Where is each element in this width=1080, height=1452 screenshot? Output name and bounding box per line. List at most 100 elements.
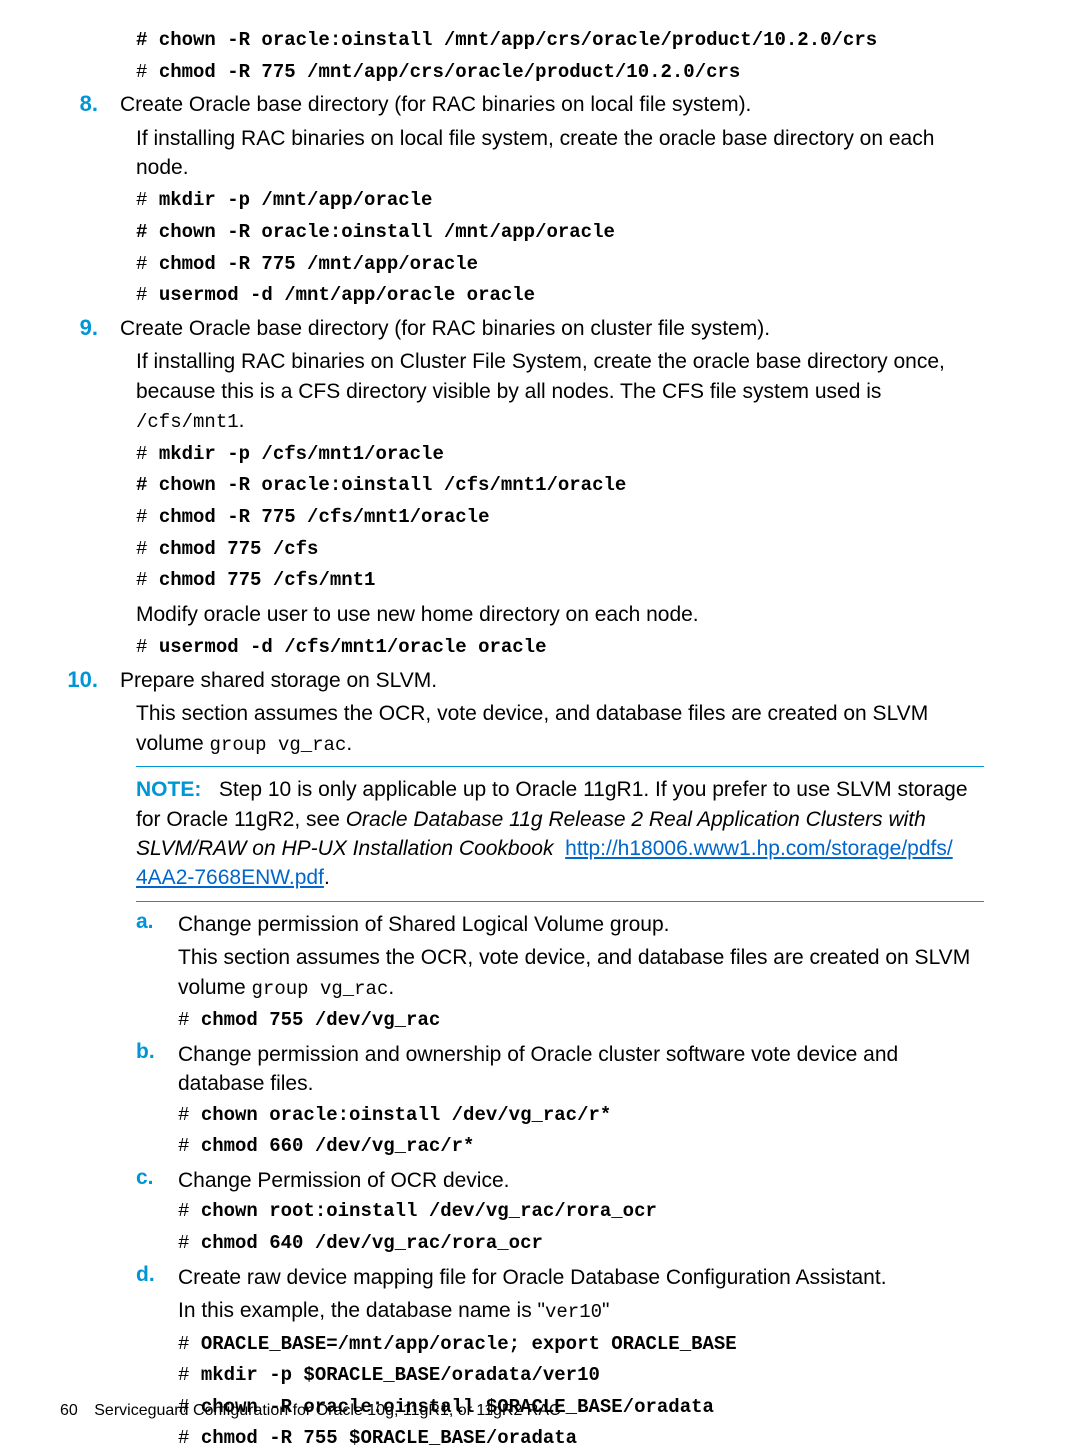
step-9: 9. Create Oracle base directory (for RAC… [60,315,984,343]
code-line: # chown -R oracle:oinstall /mnt/app/crs/… [136,28,984,54]
prompt: # [136,61,159,83]
page-footer: 60 Serviceguard Configuration for Oracle… [60,1402,561,1420]
substep-a: a. Change permission of Shared Logical V… [136,910,984,939]
text: . [388,976,394,999]
cmd-text: chown root:oinstall /dev/vg_rac/rora_ocr [201,1200,657,1222]
code-line: # mkdir -p /cfs/mnt1/oracle [136,442,984,468]
substep-text: Change permission and ownership of Oracl… [178,1040,984,1099]
code-line: # ORACLE_BASE=/mnt/app/oracle; export OR… [178,1332,984,1358]
prompt: # [136,506,159,528]
cmd-text: chmod 775 /cfs/mnt1 [159,569,376,591]
code-line: # chmod -R 775 /mnt/app/crs/oracle/produ… [136,60,984,86]
cmd-text: chmod 775 /cfs [159,538,319,560]
prompt: # [136,443,159,465]
substep-label: b. [136,1040,160,1064]
code-line: # chown oracle:oinstall /dev/vg_rac/r* [178,1103,984,1129]
step-10: 10. Prepare shared storage on SLVM. [60,667,984,695]
text: In this example, the database name is " [178,1299,545,1322]
paragraph: If installing RAC binaries on Cluster Fi… [136,347,984,435]
substep-text: Change Permission of OCR device. [178,1166,984,1195]
paragraph: If installing RAC binaries on local file… [136,124,984,183]
code-line: # chmod 640 /dev/vg_rac/rora_ocr [178,1231,984,1257]
cmd-text: ORACLE_BASE=/mnt/app/oracle; export ORAC… [201,1333,737,1355]
note-label: NOTE: [136,778,201,801]
page-number: 60 [60,1402,78,1419]
code-line: # mkdir -p /mnt/app/oracle [136,188,984,214]
prompt: # [178,1427,201,1449]
prompt: # [178,1200,201,1222]
cmd-text: # chown -R oracle:oinstall /mnt/app/orac… [136,221,615,243]
cmd-text: chmod 755 /dev/vg_rac [201,1009,440,1031]
cmd-text: chmod -R 755 $ORACLE_BASE/oradata [201,1427,577,1449]
code-line: # chmod 775 /cfs/mnt1 [136,568,984,594]
step-text: Create Oracle base directory (for RAC bi… [120,91,984,119]
step-text: Prepare shared storage on SLVM. [120,667,984,695]
prompt: # [136,569,159,591]
substep-text: Change permission of Shared Logical Volu… [178,910,984,939]
cmd-text: chmod -R 775 /mnt/app/crs/oracle/product… [159,61,741,83]
substep-text: Create raw device mapping file for Oracl… [178,1263,984,1292]
mono-text: /cfs/mnt1 [136,411,239,433]
cmd-text: chmod -R 775 /mnt/app/oracle [159,253,478,275]
paragraph: In this example, the database name is "v… [178,1296,984,1326]
substep-label: d. [136,1263,160,1287]
substep-d: d. Create raw device mapping file for Or… [136,1263,984,1292]
cmd-text: chmod 660 /dev/vg_rac/r* [201,1135,475,1157]
footer-title: Serviceguard Configuration for Oracle 10… [94,1402,560,1419]
prompt: # [136,538,159,560]
prompt: # [136,189,159,211]
substep-label: c. [136,1166,160,1190]
substep-label: a. [136,910,160,934]
paragraph: This section assumes the OCR, vote devic… [178,943,984,1002]
mono-text: ver10 [545,1301,602,1323]
mono-text: group vg_rac [210,734,347,756]
note-link[interactable]: 4AA2-7668ENW.pdf [136,866,324,889]
code-line: # chown root:oinstall /dev/vg_rac/rora_o… [178,1199,984,1225]
cmd-text: # chown -R oracle:oinstall /cfs/mnt1/ora… [136,474,626,496]
cmd-text: chmod -R 775 /cfs/mnt1/oracle [159,506,490,528]
step-number: 8. [60,91,98,117]
code-line: # chmod -R 755 $ORACLE_BASE/oradata [178,1426,984,1452]
code-line: # usermod -d /cfs/mnt1/oracle oracle [136,635,984,661]
prompt: # [136,636,159,658]
prompt: # [178,1104,201,1126]
cmd-text: # chown -R oracle:oinstall /mnt/app/crs/… [136,29,877,51]
paragraph: This section assumes the OCR, vote devic… [136,699,984,758]
code-line: # chmod 775 /cfs [136,537,984,563]
note-link[interactable]: http://h18006.www1.hp.com/storage/pdfs/ [565,837,953,860]
code-line: # chmod -R 775 /cfs/mnt1/oracle [136,505,984,531]
text: " [602,1299,609,1322]
prompt: # [136,284,159,306]
step-text: Create Oracle base directory (for RAC bi… [120,315,984,343]
prompt: # [178,1333,201,1355]
note-divider-bottom [136,901,984,902]
step-number: 10. [60,667,98,693]
code-line: # mkdir -p $ORACLE_BASE/oradata/ver10 [178,1363,984,1389]
code-line: # chown -R oracle:oinstall /cfs/mnt1/ora… [136,473,984,499]
cmd-text: chown oracle:oinstall /dev/vg_rac/r* [201,1104,611,1126]
prompt: # [178,1232,201,1254]
code-line: # chown -R oracle:oinstall /mnt/app/orac… [136,220,984,246]
code-line: # chmod -R 775 /mnt/app/oracle [136,252,984,278]
cmd-text: mkdir -p /mnt/app/oracle [159,189,433,211]
step-number: 9. [60,315,98,341]
cmd-text: mkdir -p /cfs/mnt1/oracle [159,443,444,465]
code-line: # chmod 660 /dev/vg_rac/r* [178,1134,984,1160]
cmd-text: usermod -d /mnt/app/oracle oracle [159,284,535,306]
cmd-text: usermod -d /cfs/mnt1/oracle oracle [159,636,547,658]
prompt: # [178,1009,201,1031]
text: . [239,409,245,432]
mono-text: group vg_rac [252,978,389,1000]
text: . [346,732,352,755]
prompt: # [136,253,159,275]
substep-c: c. Change Permission of OCR device. [136,1166,984,1195]
cmd-text: chmod 640 /dev/vg_rac/rora_ocr [201,1232,543,1254]
code-line: # usermod -d /mnt/app/oracle oracle [136,283,984,309]
text: If installing RAC binaries on Cluster Fi… [136,350,945,402]
prompt: # [178,1364,201,1386]
note-divider-top [136,766,984,767]
substep-b: b. Change permission and ownership of Or… [136,1040,984,1099]
note-block: NOTE: Step 10 is only applicable up to O… [136,775,984,893]
cmd-text: mkdir -p $ORACLE_BASE/oradata/ver10 [201,1364,600,1386]
code-line: # chmod 755 /dev/vg_rac [178,1008,984,1034]
